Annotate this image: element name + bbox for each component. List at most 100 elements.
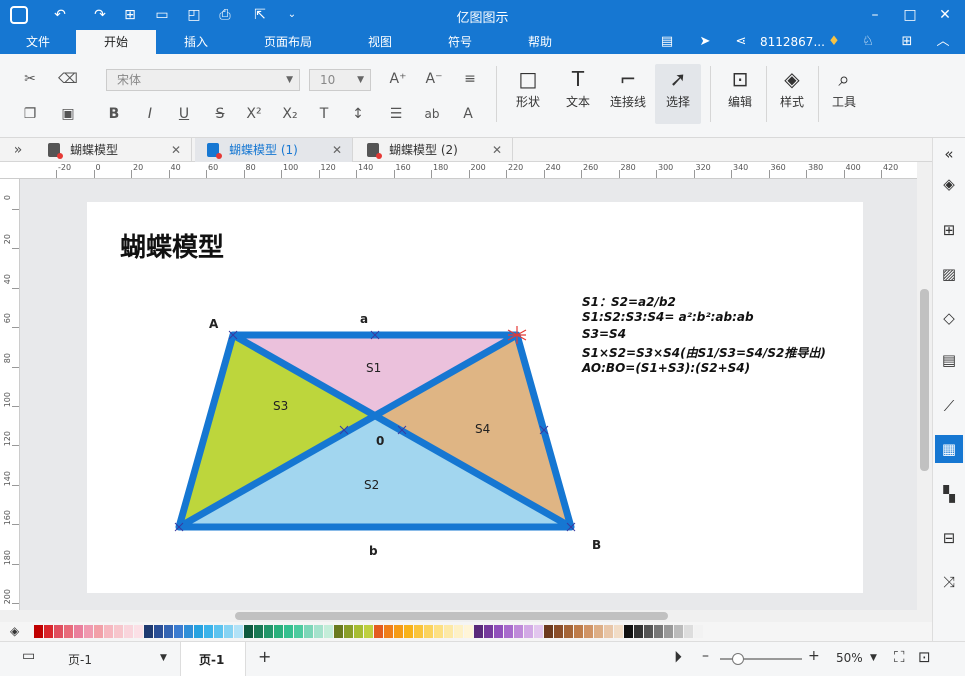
- color-swatch[interactable]: [264, 625, 273, 638]
- doc-tab-active[interactable]: 蝴蝶模型 (1) ✕: [195, 138, 353, 162]
- cut-icon[interactable]: ✂: [18, 68, 42, 90]
- color-swatch[interactable]: [684, 625, 693, 638]
- close-tab-icon[interactable]: ✕: [332, 138, 342, 162]
- color-swatch[interactable]: [304, 625, 313, 638]
- color-swatch[interactable]: [64, 625, 73, 638]
- text-tool-button[interactable]: T 文本: [555, 64, 601, 124]
- butterfly-diagram[interactable]: [87, 202, 863, 593]
- minimize-icon[interactable]: –: [860, 3, 890, 27]
- font-name-select[interactable]: 宋体 ▼: [106, 69, 300, 91]
- color-swatch[interactable]: [244, 625, 253, 638]
- color-swatch[interactable]: [594, 625, 603, 638]
- superscript-icon[interactable]: X²: [242, 103, 266, 125]
- vip-badge-icon[interactable]: ♦: [822, 32, 846, 52]
- color-swatch[interactable]: [474, 625, 483, 638]
- font-size-select[interactable]: 10 ▼: [309, 69, 371, 91]
- color-swatch[interactable]: [354, 625, 363, 638]
- drawing-canvas[interactable]: 蝴蝶模型 A a S1 S3 S4 0 S2 B b S1：S2=a2/b2 S…: [20, 179, 917, 610]
- fill-bucket-icon[interactable]: ◈: [10, 623, 26, 639]
- shape-tool-button[interactable]: □ 形状: [505, 64, 551, 124]
- tools-button[interactable]: ⌕ 工具: [821, 64, 867, 124]
- color-swatch[interactable]: [174, 625, 183, 638]
- strikethrough-icon[interactable]: S: [208, 103, 232, 125]
- floor-plan-icon[interactable]: ▚: [935, 480, 963, 508]
- color-swatch[interactable]: [164, 625, 173, 638]
- text-style-icon[interactable]: T: [312, 103, 336, 125]
- color-swatch[interactable]: [664, 625, 673, 638]
- tab-page-layout[interactable]: 页面布局: [250, 30, 326, 54]
- color-swatch[interactable]: [384, 625, 393, 638]
- color-swatch[interactable]: [34, 625, 43, 638]
- share-icon[interactable]: ⋖: [730, 32, 752, 52]
- close-window-icon[interactable]: ✕: [930, 3, 960, 27]
- zoom-slider-thumb[interactable]: [732, 653, 745, 665]
- color-swatch[interactable]: [484, 625, 493, 638]
- page-panel-icon[interactable]: ▭: [22, 648, 35, 664]
- tab-view[interactable]: 视图: [352, 30, 408, 54]
- color-swatch[interactable]: [694, 625, 703, 638]
- color-swatch[interactable]: [434, 625, 443, 638]
- color-swatch[interactable]: [504, 625, 513, 638]
- tab-symbols[interactable]: 符号: [432, 30, 488, 54]
- color-swatch[interactable]: [534, 625, 543, 638]
- color-swatch[interactable]: [214, 625, 223, 638]
- horizontal-scrollbar[interactable]: [20, 610, 917, 622]
- user-account[interactable]: 8112867...: [760, 32, 825, 52]
- collapse-sidebar-icon[interactable]: «: [935, 140, 963, 168]
- color-swatch[interactable]: [234, 625, 243, 638]
- fit-width-icon[interactable]: ⊡: [918, 648, 931, 666]
- color-swatch[interactable]: [364, 625, 373, 638]
- color-swatch[interactable]: [634, 625, 643, 638]
- style-button[interactable]: ◈ 样式: [769, 64, 815, 124]
- drawing-page[interactable]: 蝴蝶模型 A a S1 S3 S4 0 S2 B b S1：S2=a2/b2 S…: [87, 202, 863, 593]
- comment-icon[interactable]: ▤: [656, 32, 678, 52]
- connector-tool-button[interactable]: ⌐ 连接线: [605, 64, 651, 124]
- play-icon[interactable]: ⏵: [674, 647, 682, 667]
- maximize-icon[interactable]: □: [895, 3, 925, 27]
- bold-icon[interactable]: B: [102, 103, 126, 125]
- italic-icon[interactable]: I: [138, 103, 162, 125]
- color-swatch[interactable]: [624, 625, 633, 638]
- bullets-icon[interactable]: ☰: [384, 103, 408, 125]
- send-icon[interactable]: ➤: [694, 32, 716, 52]
- doc-tab[interactable]: 蝴蝶模型 (2) ✕: [355, 138, 513, 162]
- paste-icon[interactable]: ▣: [56, 103, 80, 125]
- add-page-icon[interactable]: +: [258, 647, 271, 666]
- color-swatch[interactable]: [454, 625, 463, 638]
- zoom-slider[interactable]: [720, 653, 802, 665]
- color-swatch[interactable]: [344, 625, 353, 638]
- vertical-scrollbar[interactable]: [917, 179, 932, 610]
- close-tab-icon[interactable]: ✕: [492, 138, 502, 162]
- fill-icon[interactable]: ◈: [935, 170, 963, 198]
- fit-page-icon[interactable]: ⛶: [894, 648, 905, 666]
- color-swatch[interactable]: [414, 625, 423, 638]
- color-swatch[interactable]: [254, 625, 263, 638]
- color-swatch[interactable]: [104, 625, 113, 638]
- color-swatch[interactable]: [444, 625, 453, 638]
- color-swatch[interactable]: [674, 625, 683, 638]
- scroll-thumb[interactable]: [920, 289, 929, 471]
- tab-insert[interactable]: 插入: [168, 30, 224, 54]
- layers-icon[interactable]: ◇: [935, 304, 963, 332]
- align-icon[interactable]: ≡: [458, 68, 482, 90]
- page-select[interactable]: 页-1: [68, 651, 92, 668]
- chart-icon[interactable]: ⟋: [935, 392, 963, 420]
- line-spacing-icon[interactable]: ↕: [346, 103, 370, 125]
- color-swatch[interactable]: [654, 625, 663, 638]
- decrease-font-icon[interactable]: A⁻: [422, 68, 446, 90]
- zoom-level[interactable]: 50%: [836, 651, 863, 665]
- page-select-chevron-icon[interactable]: ▼: [160, 653, 167, 663]
- color-swatch[interactable]: [574, 625, 583, 638]
- color-swatch[interactable]: [554, 625, 563, 638]
- case-icon[interactable]: ab: [420, 103, 444, 125]
- color-swatch[interactable]: [134, 625, 143, 638]
- color-swatch[interactable]: [144, 625, 153, 638]
- color-swatch[interactable]: [74, 625, 83, 638]
- copy-icon[interactable]: ❐: [18, 103, 42, 125]
- color-swatch[interactable]: [374, 625, 383, 638]
- color-swatch[interactable]: [334, 625, 343, 638]
- color-swatch[interactable]: [494, 625, 503, 638]
- tab-home[interactable]: 开始: [76, 30, 156, 54]
- subscript-icon[interactable]: X₂: [278, 103, 302, 125]
- collapse-ribbon-icon[interactable]: ︿: [932, 32, 954, 52]
